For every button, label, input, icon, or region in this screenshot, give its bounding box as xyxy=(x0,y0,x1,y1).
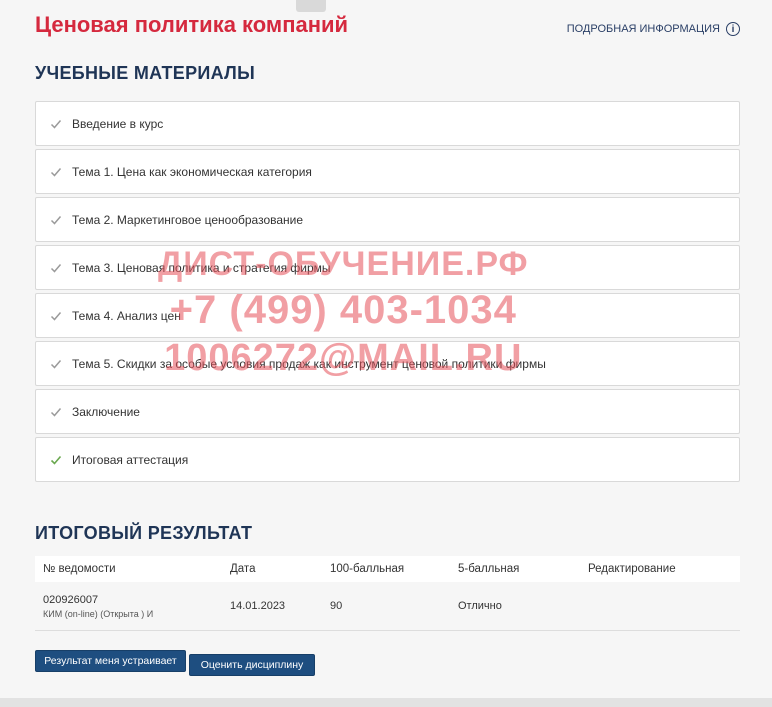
material-item-label: Тема 2. Маркетинговое ценообразование xyxy=(72,212,304,227)
check-icon xyxy=(50,310,62,322)
details-link[interactable]: ПОДРОБНАЯ ИНФОРМАЦИЯ i xyxy=(567,22,740,36)
table-row: 020926007 КИМ (on-line) (Открыта ) И 14.… xyxy=(35,582,740,631)
material-item-label: Итоговая аттестация xyxy=(72,452,189,467)
material-item-topic-5[interactable]: Тема 5. Скидки за особые условия продаж … xyxy=(35,341,740,386)
check-icon xyxy=(50,262,62,274)
header-score-100: 100-балльная xyxy=(330,563,405,575)
details-link-label: ПОДРОБНАЯ ИНФОРМАЦИЯ xyxy=(566,23,720,35)
material-item-label: Заключение xyxy=(72,404,140,419)
header-edit: Редактирование xyxy=(588,563,676,575)
material-item-topic-1[interactable]: Тема 1. Цена как экономическая категория xyxy=(35,149,740,194)
header-score-5: 5-балльная xyxy=(458,563,520,575)
materials-list: Введение в курс Тема 1. Цена как экономи… xyxy=(35,101,740,485)
header-date: Дата xyxy=(230,563,256,575)
record-subtitle: КИМ (on-line) (Открыта ) И xyxy=(43,608,154,619)
cell-date: 14.01.2023 xyxy=(230,600,286,612)
material-item-label: Тема 4. Анализ цен xyxy=(72,308,181,323)
header-number: № ведомости xyxy=(43,563,116,575)
material-item-intro[interactable]: Введение в курс xyxy=(35,101,740,146)
material-item-label: Тема 5. Скидки за особые условия продаж … xyxy=(72,356,546,371)
check-icon xyxy=(50,406,62,418)
accept-result-button[interactable]: Результат меня устраивает xyxy=(35,650,186,672)
cell-number: 020926007 КИМ (on-line) (Открыта ) И xyxy=(35,594,230,619)
results-header-row: № ведомости Дата 100-балльная 5-балльная… xyxy=(35,556,740,582)
header-image-fragment xyxy=(296,0,326,12)
rate-discipline-button[interactable]: Оценить дисциплину xyxy=(189,654,315,676)
cell-score-100: 90 xyxy=(330,600,343,612)
check-icon xyxy=(50,118,62,130)
cell-score-5: Отлично xyxy=(458,600,502,612)
results-title: ИТОГОВЫЙ РЕЗУЛЬТАТ xyxy=(35,523,253,543)
material-item-topic-3[interactable]: Тема 3. Ценовая политика и стратегия фир… xyxy=(35,245,740,290)
page-title: Ценовая политика компаний xyxy=(35,12,349,37)
material-item-conclusion[interactable]: Заключение xyxy=(35,389,740,434)
material-item-label: Введение в курс xyxy=(72,116,164,131)
material-item-label: Тема 1. Цена как экономическая категория xyxy=(72,164,312,179)
material-item-topic-4[interactable]: Тема 4. Анализ цен xyxy=(35,293,740,338)
material-item-topic-2[interactable]: Тема 2. Маркетинговое ценообразование xyxy=(35,197,740,242)
check-icon xyxy=(50,166,62,178)
material-item-final-attestation[interactable]: Итоговая аттестация xyxy=(35,437,740,482)
results-table: № ведомости Дата 100-балльная 5-балльная… xyxy=(35,556,740,631)
materials-title: УЧЕБНЫЕ МАТЕРИАЛЫ xyxy=(35,63,256,83)
check-icon xyxy=(50,454,62,466)
material-item-label: Тема 3. Ценовая политика и стратегия фир… xyxy=(72,260,331,275)
check-icon xyxy=(50,214,62,226)
record-number: 020926007 xyxy=(43,593,99,606)
check-icon xyxy=(50,358,62,370)
footer-bar xyxy=(0,698,772,707)
info-icon: i xyxy=(726,22,740,36)
